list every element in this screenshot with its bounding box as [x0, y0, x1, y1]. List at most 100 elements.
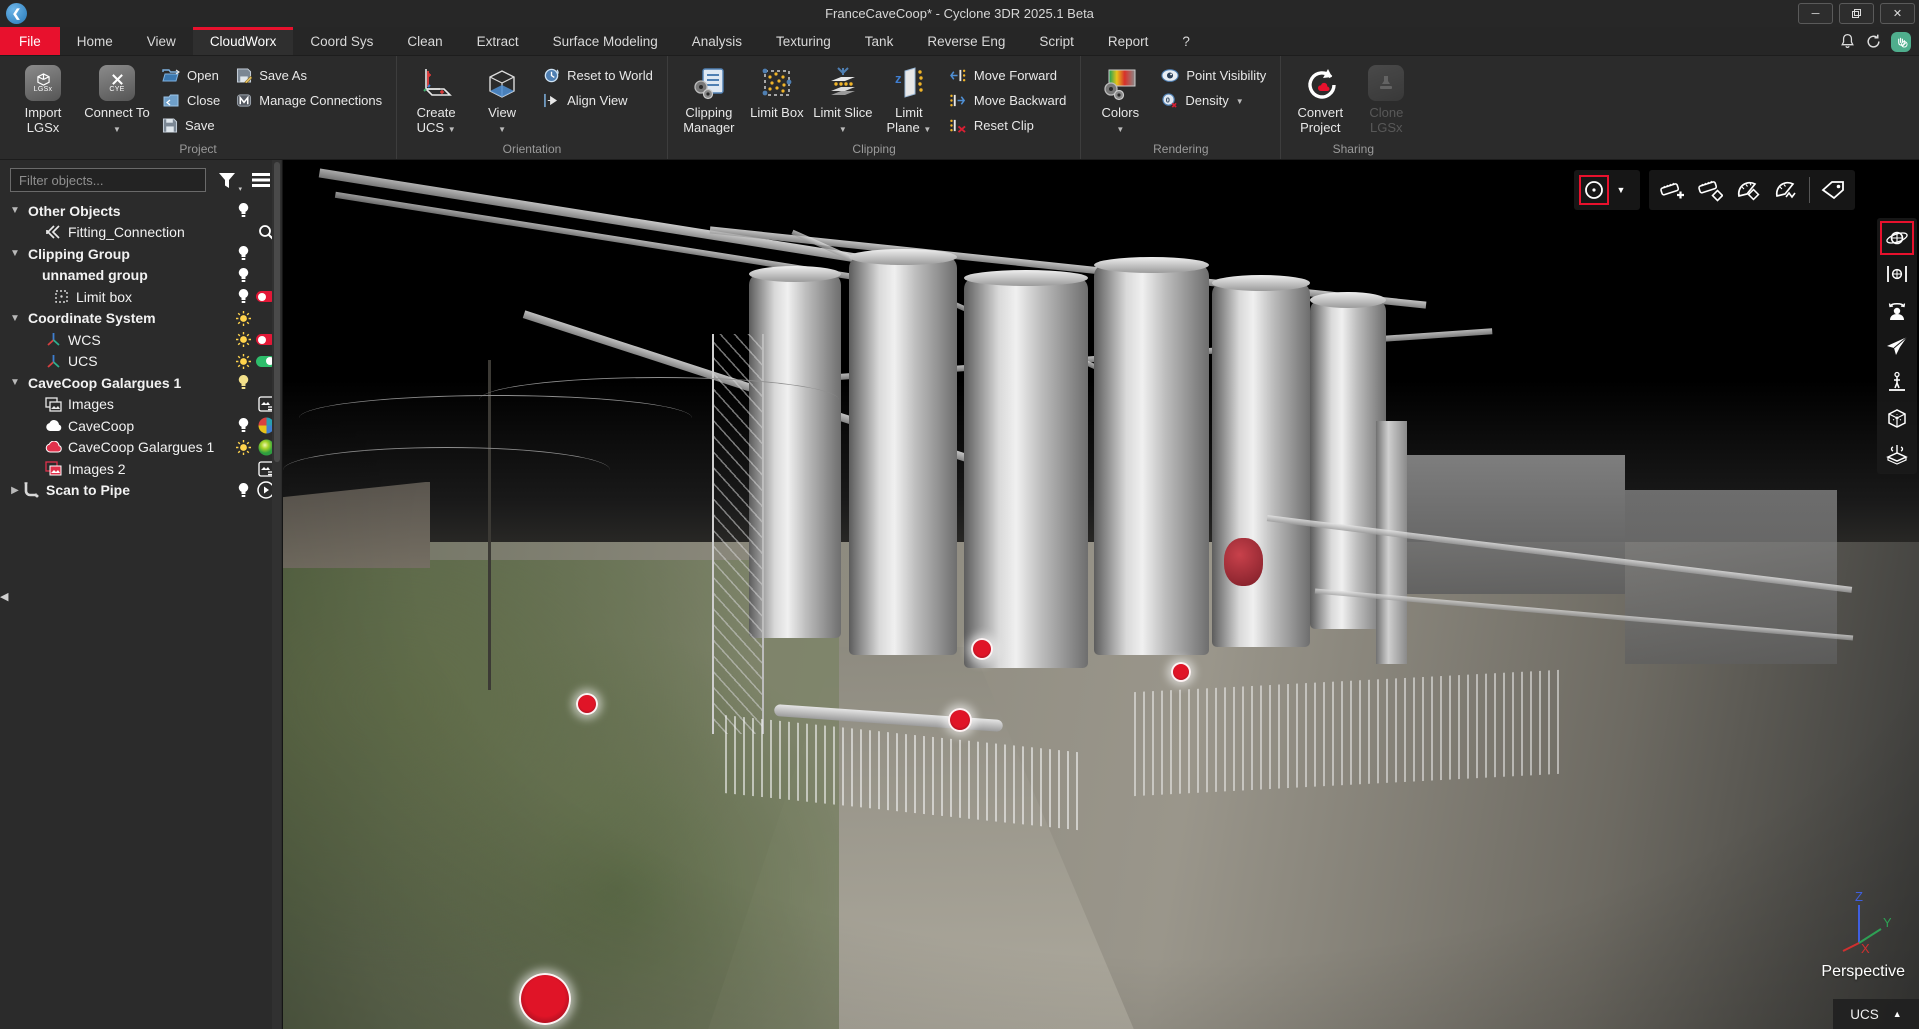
tree-item-ucs[interactable]: UCS	[0, 351, 282, 373]
constrained-orbit-tool[interactable]	[1880, 257, 1914, 291]
bulb-off-icon[interactable]	[233, 203, 253, 218]
bulb-off-icon[interactable]	[233, 268, 253, 283]
fly-tool[interactable]	[1880, 329, 1914, 363]
tree-item-other-objects[interactable]: ▼ Other Objects	[0, 200, 282, 222]
tree-item-images[interactable]: Images	[0, 394, 282, 416]
reset-clip-button[interactable]: Reset Clip	[944, 114, 1072, 137]
tree-item-cavecoop-galargues[interactable]: CaveCoop Galargues 1	[0, 437, 282, 459]
import-lgsx-button[interactable]: LGSx Import LGSx	[8, 60, 78, 135]
measure-distance-add-tool[interactable]	[1653, 171, 1691, 209]
limit-plane-button[interactable]: z Limit Plane ▼	[878, 60, 940, 137]
turntable-tool[interactable]	[1880, 437, 1914, 471]
limit-slice-button[interactable]: Limit Slice ▼	[812, 60, 874, 137]
tab-script[interactable]: Script	[1022, 27, 1091, 55]
viewport-3d[interactable]: ▼	[283, 160, 1919, 1029]
convert-project-button[interactable]: Convert Project	[1289, 60, 1351, 135]
tree-item-clipping-group[interactable]: ▼ Clipping Group	[0, 243, 282, 265]
tree-item-limit-box[interactable]: Limit box	[0, 286, 282, 308]
restore-button[interactable]	[1839, 3, 1874, 24]
bulb-off-icon[interactable]	[233, 418, 253, 433]
tab-tank[interactable]: Tank	[848, 27, 911, 55]
chevron-expanded-icon[interactable]: ▼	[8, 313, 22, 324]
density-button[interactable]: 0 Density ▼	[1155, 89, 1272, 112]
align-view-button[interactable]: Align View	[537, 89, 659, 112]
measure-angle-axis-tool[interactable]	[1767, 171, 1805, 209]
create-ucs-button[interactable]: Create UCS ▼	[405, 60, 467, 137]
tab-help[interactable]: ?	[1165, 27, 1207, 55]
chevron-expanded-icon[interactable]: ▼	[8, 205, 22, 216]
bulb-off-icon[interactable]	[233, 483, 253, 498]
back-button[interactable]: ❮	[6, 3, 27, 24]
annotation-marker[interactable]	[948, 708, 972, 732]
tree-item-coordinate-system[interactable]: ▼ Coordinate System	[0, 308, 282, 330]
tab-coord-sys[interactable]: Coord Sys	[293, 27, 390, 55]
sun-on-icon[interactable]	[233, 440, 253, 455]
tab-file[interactable]: File	[0, 27, 60, 55]
tree-item-unnamed-group[interactable]: unnamed group	[0, 265, 282, 287]
filter-icon[interactable]: ▾	[214, 168, 240, 192]
colors-button[interactable]: Colors▼	[1089, 60, 1151, 137]
annotation-marker[interactable]	[576, 693, 598, 715]
look-around-tool[interactable]	[1880, 293, 1914, 327]
tree-item-fitting-connection[interactable]: Fitting_Connection	[0, 222, 282, 244]
label-tag-tool[interactable]	[1814, 171, 1852, 209]
annotation-marker[interactable]	[1171, 662, 1191, 682]
sun-on-icon[interactable]	[233, 354, 253, 369]
tree-scrollbar[interactable]	[272, 160, 281, 1029]
reset-to-world-button[interactable]: Reset to World	[537, 64, 659, 87]
tab-clean[interactable]: Clean	[390, 27, 459, 55]
tab-view[interactable]: View	[130, 27, 193, 55]
tab-cloudworx[interactable]: CloudWorx	[193, 27, 294, 55]
view-button[interactable]: View▼	[471, 60, 533, 137]
tree-item-wcs[interactable]: WCS	[0, 329, 282, 351]
chevron-collapsed-icon[interactable]: ▶	[8, 485, 22, 496]
tab-texturing[interactable]: Texturing	[759, 27, 848, 55]
tab-report[interactable]: Report	[1091, 27, 1166, 55]
move-forward-button[interactable]: Move Forward	[944, 64, 1072, 87]
bulb-on-icon[interactable]	[233, 375, 253, 390]
measure-angle-tool[interactable]	[1729, 171, 1767, 209]
limit-box-button[interactable]: Limit Box	[746, 60, 808, 120]
tab-analysis[interactable]: Analysis	[675, 27, 759, 55]
chevron-expanded-icon[interactable]: ▼	[8, 248, 22, 259]
examine-cube-tool[interactable]	[1880, 401, 1914, 435]
connect-to-button[interactable]: CYE Connect To ▼	[82, 60, 152, 137]
annotation-marker[interactable]	[519, 973, 571, 1025]
walk-tool[interactable]	[1880, 365, 1914, 399]
bulb-off-icon[interactable]	[233, 289, 253, 304]
tab-home[interactable]: Home	[60, 27, 130, 55]
close-button[interactable]: Close	[156, 89, 226, 112]
probe-tool-selected[interactable]	[1579, 175, 1609, 205]
open-button[interactable]: Open	[156, 64, 226, 87]
save-button[interactable]: Save	[156, 114, 226, 137]
tree-item-images-2[interactable]: Images 2	[0, 458, 282, 480]
manage-connections-button[interactable]: Manage Connections	[230, 89, 388, 112]
notifications-bell-icon[interactable]	[1839, 33, 1856, 50]
chevron-expanded-icon[interactable]: ▼	[8, 377, 22, 388]
filter-objects-input[interactable]	[10, 168, 206, 192]
sync-icon[interactable]	[1865, 33, 1882, 50]
assistant-icon[interactable]	[1891, 32, 1911, 52]
tree-item-cavecoop-galargues-group[interactable]: ▼ CaveCoop Galargues 1	[0, 372, 282, 394]
tab-extract[interactable]: Extract	[460, 27, 536, 55]
tab-reverse-eng[interactable]: Reverse Eng	[910, 27, 1022, 55]
save-as-button[interactable]: Save As	[230, 64, 388, 87]
tree-menu-icon[interactable]: ▾	[248, 168, 274, 192]
clipping-manager-button[interactable]: Clipping Manager	[676, 60, 742, 135]
measure-distance-point-tool[interactable]	[1691, 171, 1729, 209]
annotation-marker[interactable]	[971, 638, 993, 660]
close-button[interactable]: ✕	[1880, 3, 1915, 24]
probe-dropdown[interactable]: ▼	[1609, 171, 1633, 209]
clone-lgsx-button[interactable]: Clone LGSx	[1355, 60, 1417, 135]
tab-surface-modeling[interactable]: Surface Modeling	[536, 27, 675, 55]
tree-item-scan-to-pipe[interactable]: ▶ Scan to Pipe	[0, 480, 282, 502]
tree-item-cavecoop[interactable]: CaveCoop	[0, 415, 282, 437]
ucs-selector-button[interactable]: UCS▲	[1833, 999, 1919, 1029]
point-visibility-button[interactable]: Point Visibility	[1155, 64, 1272, 87]
minimize-button[interactable]: ─	[1798, 3, 1833, 24]
sun-on-icon[interactable]	[233, 332, 253, 347]
sun-on-icon[interactable]	[233, 311, 253, 326]
panel-collapse-arrow[interactable]: ◀	[0, 590, 8, 603]
move-backward-button[interactable]: Move Backward	[944, 89, 1072, 112]
bulb-off-icon[interactable]	[233, 246, 253, 261]
